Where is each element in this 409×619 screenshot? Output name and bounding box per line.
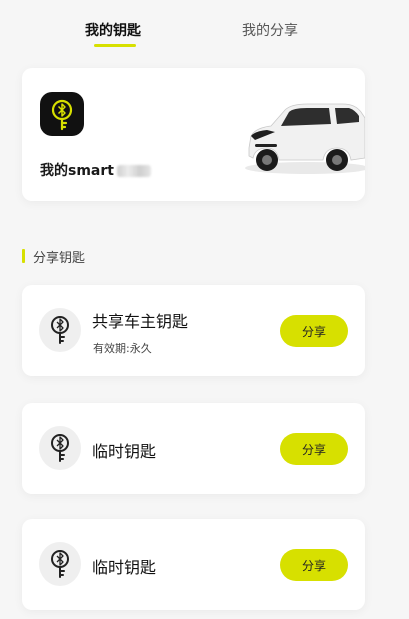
key-title: 临时钥匙: [92, 442, 157, 461]
car-image: [245, 103, 365, 174]
tab-my-keys[interactable]: 我的钥匙: [85, 20, 141, 40]
section-title-text: 分享钥匙: [33, 250, 86, 266]
validity-value: 永久: [129, 342, 152, 355]
share-button[interactable]: 分享: [280, 315, 348, 347]
key-title: 临时钥匙: [92, 558, 157, 577]
bluetooth-key-icon: [51, 99, 73, 131]
key-card-owner-share: 共享车主钥匙 有效期:永久 分享: [22, 285, 365, 376]
bluetooth-key-icon: [51, 316, 69, 344]
share-button[interactable]: 分享: [280, 549, 348, 581]
car-name: 我的smart: [40, 160, 151, 180]
key-title: 共享车主钥匙: [92, 312, 189, 331]
key-icon-badge: [39, 542, 81, 586]
my-car-card[interactable]: 我的smart: [22, 68, 365, 201]
key-card-temporary: 临时钥匙 分享: [22, 519, 365, 610]
key-validity: 有效期:永久: [93, 340, 152, 356]
active-tab-indicator: [94, 44, 136, 47]
validity-label: 有效期:: [93, 342, 130, 355]
key-icon-badge: [39, 426, 81, 470]
bluetooth-key-badge: [40, 92, 84, 136]
bluetooth-key-icon: [51, 550, 69, 578]
section-title: 分享钥匙: [22, 248, 86, 266]
key-icon-badge: [39, 308, 81, 352]
share-button[interactable]: 分享: [280, 433, 348, 465]
tab-bar: 我的钥匙 我的分享: [0, 0, 409, 56]
redacted-text: [116, 165, 151, 177]
key-card-temporary: 临时钥匙 分享: [22, 403, 365, 494]
tab-my-shares[interactable]: 我的分享: [242, 20, 298, 40]
section-marker: [22, 249, 25, 263]
bluetooth-key-icon: [51, 434, 69, 462]
car-name-text: 我的smart: [40, 163, 114, 179]
